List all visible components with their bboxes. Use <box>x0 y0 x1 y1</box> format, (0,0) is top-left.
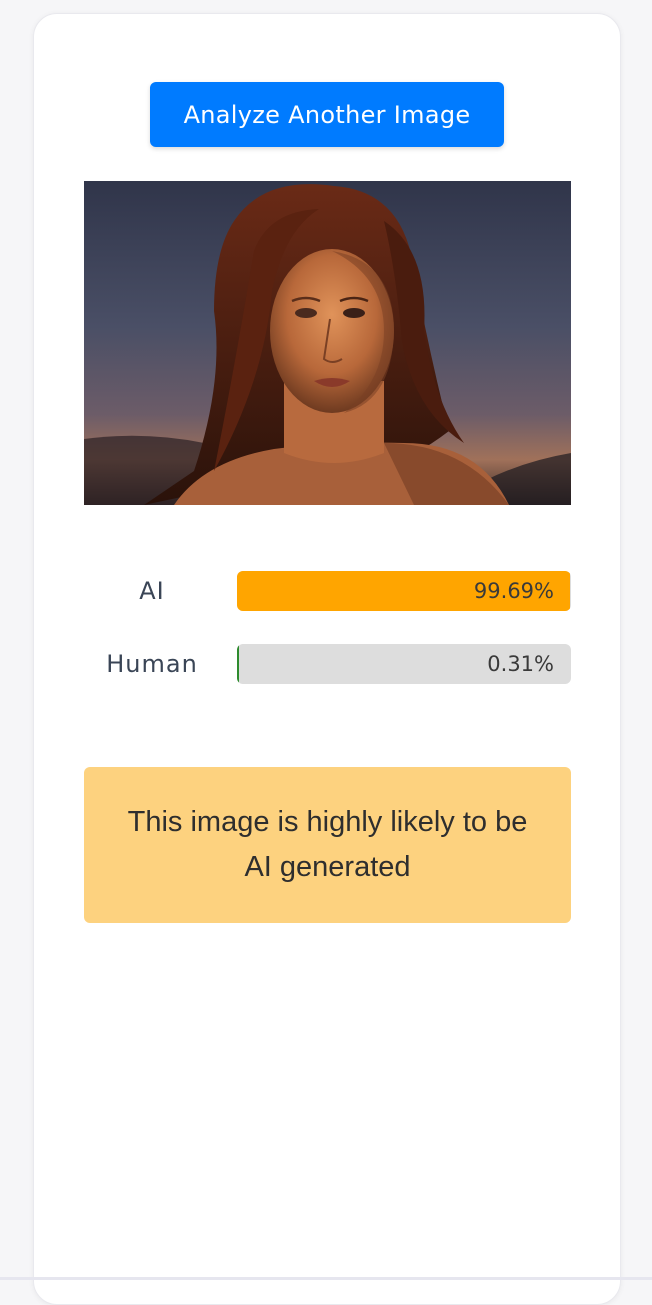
ai-score-row: AI 99.69% <box>84 571 571 611</box>
human-score-row: Human 0.31% <box>84 644 571 684</box>
analyzed-photo <box>84 181 571 505</box>
result-card: Analyze Another Image <box>33 13 621 1305</box>
human-score-value: 0.31% <box>487 644 554 684</box>
ai-score-value: 99.69% <box>474 571 554 611</box>
human-score-bar: 0.31% <box>237 644 571 684</box>
ai-score-label: AI <box>84 571 220 611</box>
ai-score-bar: 99.69% <box>237 571 571 611</box>
human-score-label: Human <box>84 644 220 684</box>
verdict-text: This image is highly likely to be AI gen… <box>124 800 531 890</box>
human-score-fill <box>237 644 239 684</box>
verdict-box: This image is highly likely to be AI gen… <box>84 767 571 923</box>
analyze-another-image-button[interactable]: Analyze Another Image <box>150 82 504 147</box>
